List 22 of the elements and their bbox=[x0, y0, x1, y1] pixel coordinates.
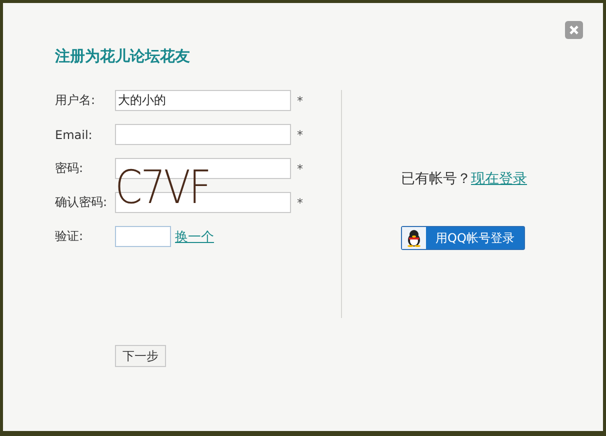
close-button[interactable] bbox=[565, 21, 583, 39]
field-label: 验证: bbox=[55, 228, 84, 245]
field-label: 用户名: bbox=[55, 92, 96, 109]
input-field[interactable]: 大的小的 bbox=[115, 90, 291, 111]
penguin-icon bbox=[406, 229, 422, 247]
next-button[interactable]: 下一步 bbox=[115, 345, 166, 367]
required-mark: * bbox=[297, 128, 304, 142]
login-prompt: 已有帐号？现在登录 bbox=[401, 170, 527, 188]
captcha-text: C7VF bbox=[115, 164, 210, 210]
refresh-captcha-link[interactable]: 换一个 bbox=[175, 228, 214, 246]
field-label: 密码: bbox=[55, 160, 84, 177]
close-icon bbox=[569, 25, 579, 35]
dialog-title: 注册为花儿论坛花友 bbox=[55, 47, 191, 66]
captcha-field[interactable] bbox=[115, 226, 171, 247]
field-label: 确认密码: bbox=[55, 194, 108, 211]
required-mark: * bbox=[297, 162, 304, 176]
required-mark: * bbox=[297, 196, 304, 210]
qq-login-button[interactable]: 用QQ帐号登录 bbox=[401, 226, 525, 250]
required-mark: * bbox=[297, 94, 304, 108]
field-label: Email: bbox=[55, 128, 94, 142]
login-link[interactable]: 现在登录 bbox=[471, 171, 527, 187]
input-field[interactable] bbox=[115, 124, 291, 145]
